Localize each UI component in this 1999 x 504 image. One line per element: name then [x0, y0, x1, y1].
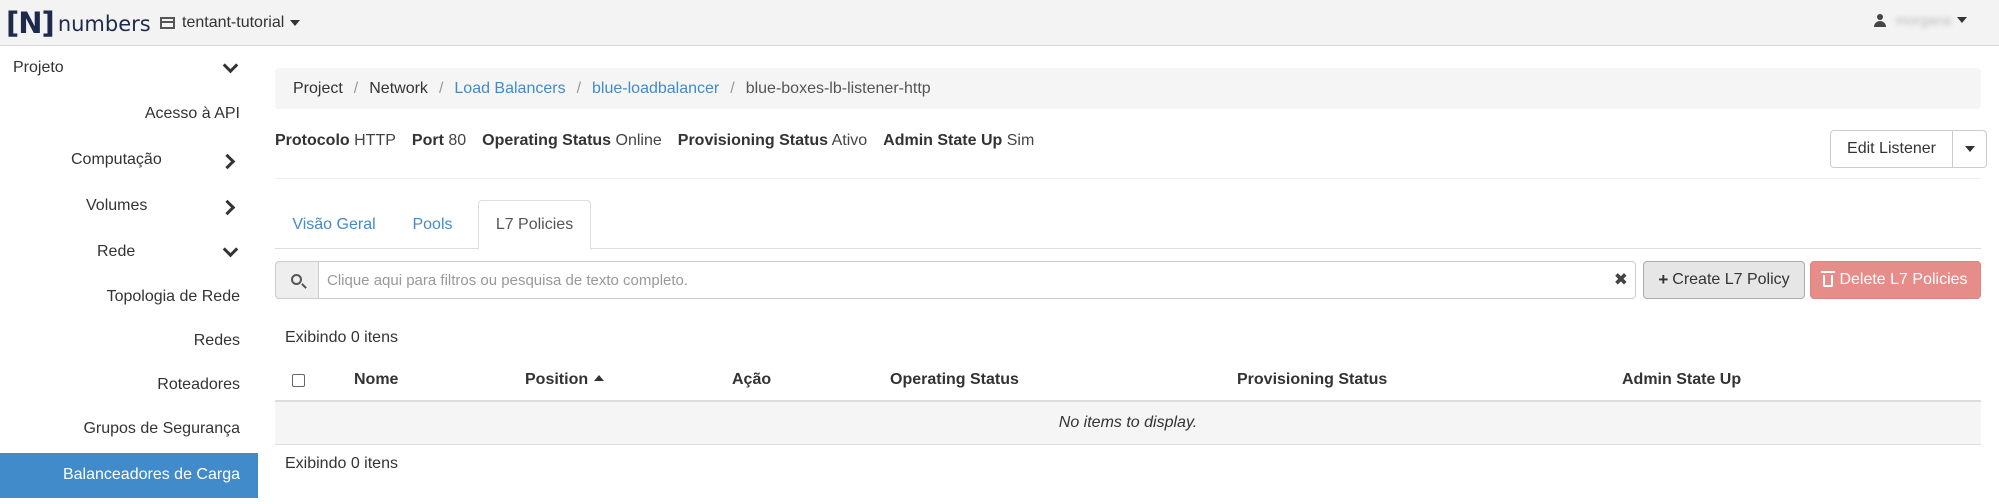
brand-logo[interactable]: [N] numbers	[6, 4, 151, 42]
sidebar-item-volumes[interactable]: Volumes	[0, 185, 258, 229]
brand-word: numbers	[57, 12, 151, 36]
user-name: morgana	[1895, 12, 1951, 28]
top-navbar: [N] numbers tentant-tutorial morgana	[0, 0, 1999, 46]
sidebar-item-label: Grupos de Segurança	[83, 420, 240, 437]
edit-listener-button[interactable]: Edit Listener	[1830, 130, 1953, 168]
divider	[275, 178, 1981, 179]
breadcrumb-separator: /	[438, 79, 444, 97]
tab-bar: Visão Geral Pools L7 Policies	[275, 200, 1981, 250]
sidebar-item-label: Projeto	[13, 59, 64, 76]
project-name: tentant-tutorial	[182, 14, 285, 31]
listener-detail-summary: Protocolo HTTP Port 80 Operating Status …	[275, 132, 1050, 150]
chevron-down-icon	[222, 57, 239, 74]
chevron-right-icon	[219, 153, 236, 170]
sidebar-item-balanceadores-de-carga[interactable]: Balanceadores de Carga	[0, 453, 258, 498]
sidebar-item-roteadores[interactable]: Roteadores	[0, 364, 258, 408]
column-header-acao[interactable]: Ação	[732, 371, 771, 389]
sidebar-item-label: Topologia de Rede	[106, 288, 240, 305]
user-menu[interactable]: morgana	[1873, 12, 1967, 28]
sidebar-item-acesso-api[interactable]: Acesso à API	[0, 93, 258, 137]
search-addon[interactable]	[275, 261, 319, 299]
column-header-nome[interactable]: Nome	[354, 371, 398, 389]
empty-message: No items to display.	[1058, 414, 1198, 431]
sidebar-item-label: Balanceadores de Carga	[62, 466, 240, 483]
caret-down-icon	[1964, 146, 1975, 152]
breadcrumb-load-balancers-link[interactable]: Load Balancers	[454, 80, 565, 98]
breadcrumb-network: Network	[369, 79, 428, 97]
tab-l7-policies[interactable]: L7 Policies	[478, 200, 591, 250]
sidebar-item-rede[interactable]: Rede	[0, 231, 258, 275]
create-l7-policy-button[interactable]: + Create L7 Policy	[1643, 261, 1805, 299]
filter-bar: ✖	[275, 261, 1636, 299]
detail-label: Protocolo	[275, 132, 350, 149]
breadcrumb-loadbalancer-link[interactable]: blue-loadbalancer	[592, 80, 719, 98]
breadcrumb: Project / Network / Load Balancers / blu…	[275, 68, 1981, 109]
table-empty-row: No items to display.	[275, 402, 1981, 445]
detail-port: Port 80	[412, 132, 466, 150]
trash-icon	[1821, 271, 1836, 287]
select-all-checkbox[interactable]	[292, 374, 305, 387]
chevron-right-icon	[219, 199, 236, 216]
sidebar-item-label: Acesso à API	[144, 105, 240, 122]
caret-down-icon	[1957, 17, 1967, 23]
detail-value: Online	[615, 132, 662, 149]
breadcrumb-separator: /	[576, 79, 582, 97]
detail-label: Operating Status	[482, 132, 612, 149]
tab-visao-geral[interactable]: Visão Geral	[275, 200, 393, 249]
detail-label: Provisioning Status	[677, 132, 829, 149]
chevron-down-icon	[222, 241, 239, 258]
detail-value: HTTP	[354, 132, 396, 149]
breadcrumb-separator: /	[730, 79, 735, 97]
sidebar: Projeto Acesso à API Computação Volumes …	[0, 47, 258, 504]
detail-admin-state: Admin State Up Sim	[883, 132, 1034, 150]
breadcrumb-current: blue-boxes-lb-listener-http	[745, 79, 931, 97]
l7-policies-table: Nome Position Ação Operating Status Prov…	[275, 359, 1981, 445]
sidebar-item-label: Redes	[193, 332, 240, 349]
table-header: Nome Position Ação Operating Status Prov…	[275, 359, 1981, 402]
column-header-operating-status[interactable]: Operating Status	[890, 371, 1019, 389]
caret-down-icon	[290, 20, 301, 26]
delete-l7-policies-button[interactable]: Delete L7 Policies	[1810, 261, 1981, 299]
column-header-label: Position	[525, 371, 589, 388]
detail-protocol: Protocolo HTTP	[275, 132, 396, 150]
sidebar-item-label: Rede	[97, 243, 136, 260]
tab-pools[interactable]: Pools	[393, 200, 472, 249]
breadcrumb-separator: /	[353, 79, 359, 97]
clear-search-icon[interactable]: ✖	[1614, 270, 1628, 290]
sidebar-item-computacao[interactable]: Computação	[0, 139, 258, 183]
detail-value: Sim	[1006, 132, 1035, 149]
sidebar-item-label: Roteadores	[157, 376, 240, 393]
breadcrumb-project: Project	[293, 79, 343, 97]
sidebar-item-topologia-de-rede[interactable]: Topologia de Rede	[0, 276, 258, 320]
search-input[interactable]	[319, 261, 1636, 299]
detail-value: 80	[448, 132, 467, 149]
sort-ascending-icon	[594, 375, 605, 381]
column-header-provisioning-status[interactable]: Provisioning Status	[1237, 371, 1387, 389]
sidebar-item-label: Volumes	[86, 197, 148, 214]
project-selector[interactable]: tentant-tutorial	[160, 12, 301, 34]
create-l7-policy-label: Create L7 Policy	[1672, 271, 1790, 288]
listener-actions: Edit Listener	[1830, 130, 1987, 168]
user-icon	[1873, 13, 1886, 27]
search-icon	[291, 274, 302, 285]
column-header-admin-state-up[interactable]: Admin State Up	[1622, 371, 1741, 389]
item-count-footer: Exibindo 0 itens	[285, 455, 398, 472]
brand-mark: [N]	[6, 6, 55, 40]
detail-value: Ativo	[831, 132, 868, 149]
detail-label: Admin State Up	[883, 132, 1003, 149]
sidebar-item-projeto[interactable]: Projeto	[0, 47, 258, 91]
plus-icon: +	[1658, 270, 1669, 289]
sidebar-item-redes[interactable]: Redes	[0, 320, 258, 364]
detail-provisioning-status: Provisioning Status Ativo	[678, 132, 867, 150]
column-header-position[interactable]: Position	[525, 371, 605, 389]
delete-l7-policies-label: Delete L7 Policies	[1839, 271, 1968, 288]
item-count: Exibindo 0 itens	[285, 329, 398, 346]
detail-label: Port	[411, 132, 444, 149]
actions-dropdown-toggle[interactable]	[1953, 130, 1987, 168]
sidebar-item-grupos-de-seguranca[interactable]: Grupos de Segurança	[0, 408, 258, 452]
sidebar-item-label: Computação	[71, 151, 162, 168]
project-table-icon	[160, 17, 175, 29]
detail-operating-status: Operating Status Online	[482, 132, 662, 150]
